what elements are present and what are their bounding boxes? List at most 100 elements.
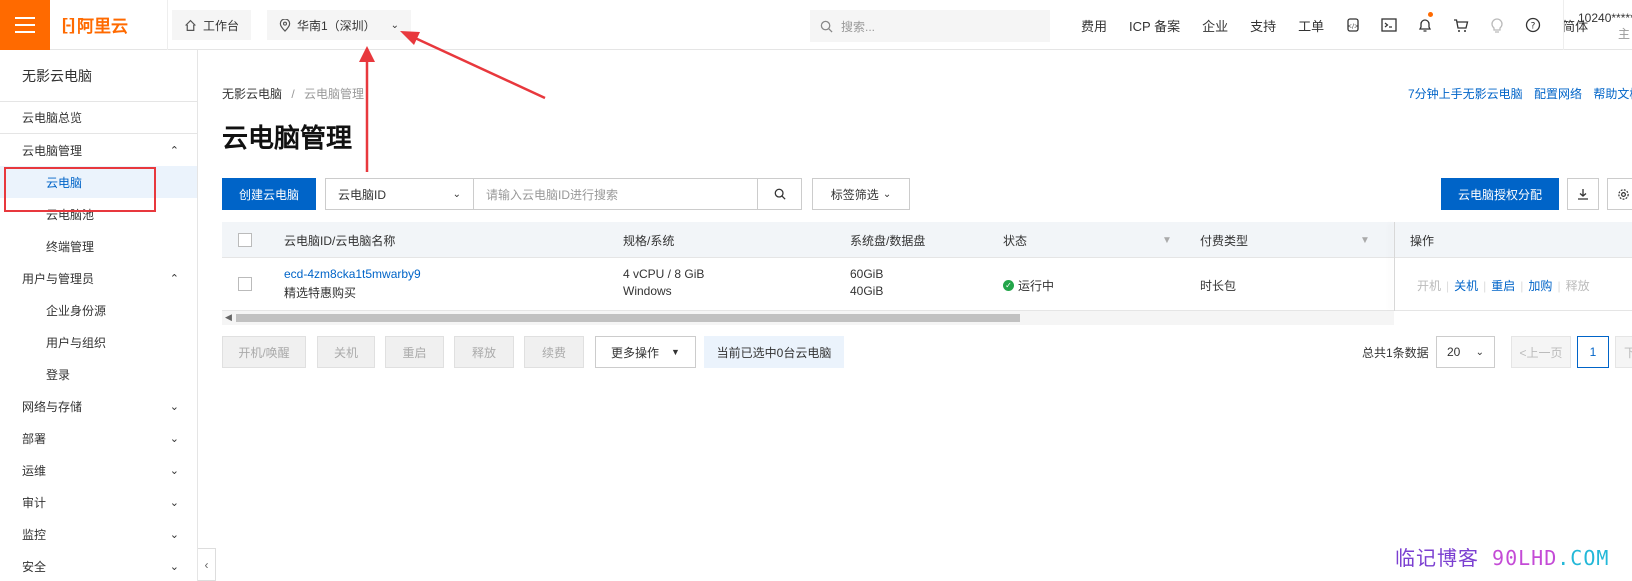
- column-header-disk: 系统盘/数据盘: [850, 233, 926, 248]
- system-disk-value: 60GiB: [850, 267, 884, 281]
- action-upgrade[interactable]: 加购: [1528, 277, 1552, 294]
- sidebar-group-users[interactable]: 用户与管理员 ⌃: [0, 262, 197, 294]
- sidebar-item-label: 云电脑管理: [22, 143, 83, 158]
- global-search[interactable]: 搜索...: [810, 10, 1050, 42]
- total-count: 总共1条数据: [1362, 346, 1429, 360]
- menu-icon[interactable]: [0, 0, 50, 50]
- sidebar-collapse-button[interactable]: ‹: [198, 548, 216, 581]
- workbench-button[interactable]: 工作台: [172, 10, 252, 40]
- sidebar-group-audit[interactable]: 审计 ⌄: [0, 486, 197, 518]
- next-page-button[interactable]: 下: [1615, 336, 1632, 368]
- actions-cell: 开机 | 关机 | 重启 | 加购 | 释放: [1417, 277, 1590, 294]
- sidebar-item-terminal[interactable]: 终端管理: [0, 230, 197, 262]
- link-ticket[interactable]: 工单: [1287, 16, 1335, 35]
- select-all-checkbox[interactable]: [238, 222, 252, 258]
- os-value: Windows: [623, 284, 672, 298]
- chevron-down-icon: ⌄: [169, 432, 179, 445]
- chevron-down-icon: ⌄: [452, 188, 461, 200]
- sidebar-group-desktop-management[interactable]: 云电脑管理 ⌃: [0, 134, 197, 166]
- search-placeholder: 请输入云电脑ID进行搜索: [486, 187, 619, 202]
- settings-button[interactable]: [1607, 178, 1632, 210]
- action-release[interactable]: 释放: [1566, 277, 1590, 294]
- bulk-reboot-button[interactable]: 重启: [385, 336, 444, 368]
- bulk-stop-button[interactable]: 关机: [317, 336, 375, 368]
- scroll-left-icon[interactable]: ◀: [225, 312, 232, 323]
- bulk-start-button[interactable]: 开机/唤醒: [222, 336, 306, 368]
- region-selector[interactable]: 华南1（深圳） ⌄: [267, 10, 411, 40]
- sidebar-item-login[interactable]: 登录: [0, 358, 197, 390]
- pay-type-value: 时长包: [1200, 279, 1237, 293]
- sidebar-item-users-org[interactable]: 用户与组织: [0, 326, 197, 358]
- row-checkbox[interactable]: [238, 277, 252, 291]
- bulk-renew-button[interactable]: 续费: [524, 336, 584, 368]
- sidebar: 无影云电脑 云电脑总览 云电脑管理 ⌃ 云电脑 云电脑池 终端管理 用户与管理员 ⌃…: [0, 50, 198, 581]
- link-enterprise[interactable]: 企业: [1191, 16, 1239, 35]
- help-icon[interactable]: ?: [1515, 0, 1551, 50]
- status-cell: ✓ 运行中: [1003, 277, 1054, 294]
- link-icp[interactable]: ICP 备案: [1118, 16, 1191, 35]
- sidebar-group-ops[interactable]: 运维 ⌄: [0, 454, 197, 486]
- tag-filter-button[interactable]: 标签筛选 ⌄: [812, 178, 910, 210]
- more-actions-dropdown[interactable]: 更多操作 ▼: [595, 336, 696, 368]
- bell-icon[interactable]: [1407, 0, 1443, 50]
- account-id: 10240*****: [1578, 11, 1632, 25]
- sidebar-item-identity-source[interactable]: 企业身份源: [0, 294, 197, 326]
- action-start[interactable]: 开机: [1417, 277, 1441, 294]
- download-button[interactable]: [1567, 178, 1599, 210]
- action-reboot[interactable]: 重启: [1491, 277, 1515, 294]
- sidebar-item-label: 用户与管理员: [22, 271, 95, 286]
- sidebar-item-overview[interactable]: 云电脑总览: [0, 102, 197, 134]
- link-network-config[interactable]: 配置网络: [1534, 87, 1582, 101]
- create-desktop-button[interactable]: 创建云电脑: [222, 178, 316, 210]
- search-placeholder: 搜索...: [841, 19, 876, 34]
- breadcrumb-item[interactable]: 无影云电脑: [222, 87, 282, 101]
- terminal-icon[interactable]: [1371, 0, 1407, 50]
- breadcrumb-separator: /: [291, 87, 295, 101]
- bulk-release-button[interactable]: 释放: [454, 336, 514, 368]
- filter-field-select[interactable]: 云电脑ID ⌄: [325, 178, 474, 210]
- chevron-down-icon: ⌄: [882, 188, 892, 200]
- link-help-docs[interactable]: 帮助文档: [1593, 87, 1632, 101]
- bulb-icon[interactable]: [1479, 0, 1515, 50]
- prev-page-button[interactable]: <上一页: [1511, 336, 1571, 368]
- sidebar-group-monitor[interactable]: 监控 ⌄: [0, 518, 197, 550]
- status-value: 运行中: [1018, 279, 1055, 293]
- watermark-text-a: 临记博客: [1395, 546, 1479, 570]
- spec-cell: 4 vCPU / 8 GiB Windows: [623, 267, 704, 298]
- sidebar-item-label: 监控: [22, 527, 47, 542]
- page-size-select[interactable]: 20 ⌄: [1436, 336, 1495, 368]
- chevron-left-icon: ‹: [204, 557, 209, 572]
- sidebar-item-label: 网络与存储: [22, 399, 83, 414]
- search-button[interactable]: [758, 178, 802, 210]
- filter-icon[interactable]: ▼: [1360, 222, 1370, 258]
- sidebar-item-label: 运维: [22, 463, 47, 478]
- svg-text:</>: </>: [1347, 23, 1359, 30]
- sidebar-group-network[interactable]: 网络与存储 ⌄: [0, 390, 197, 422]
- horizontal-scrollbar[interactable]: ◀: [222, 311, 1394, 325]
- home-icon: [185, 19, 196, 31]
- table-header: 云电脑ID/云电脑名称 规格/系统 系统盘/数据盘 状态 ▼ 付费类型 ▼ 操作: [222, 222, 1632, 258]
- desktop-id-link[interactable]: ecd-4zm8cka1t5mwarby9: [284, 267, 421, 281]
- check-circle-icon: ✓: [1003, 280, 1014, 291]
- search-icon: [774, 188, 786, 200]
- breadcrumb: 无影云电脑 / 云电脑管理: [222, 85, 364, 102]
- sidebar-group-deploy[interactable]: 部署 ⌄: [0, 422, 197, 454]
- region-label: 华南1（深圳）: [297, 18, 376, 33]
- link-billing[interactable]: 费用: [1070, 16, 1118, 35]
- tag-filter-label: 标签筛选: [830, 187, 879, 202]
- auth-assign-button[interactable]: 云电脑授权分配: [1441, 178, 1559, 210]
- page-number-current[interactable]: 1: [1577, 336, 1609, 368]
- aliyun-logo[interactable]: [-] 阿里云: [50, 0, 168, 50]
- account-menu[interactable]: 10240***** 主: [1563, 0, 1632, 50]
- cart-icon[interactable]: [1443, 0, 1479, 50]
- sidebar-group-security[interactable]: 安全 ⌄: [0, 550, 197, 581]
- action-stop[interactable]: 关机: [1454, 277, 1478, 294]
- link-quickstart[interactable]: 7分钟上手无影云电脑: [1408, 87, 1523, 101]
- column-header-status: 状态: [1003, 233, 1028, 248]
- link-support[interactable]: 支持: [1239, 16, 1287, 35]
- filter-icon[interactable]: ▼: [1162, 222, 1172, 258]
- desktop-search-input[interactable]: 请输入云电脑ID进行搜索: [474, 178, 758, 210]
- code-icon[interactable]: </>: [1335, 0, 1371, 50]
- scroll-thumb[interactable]: [236, 314, 1020, 322]
- account-role: 主: [1617, 27, 1630, 41]
